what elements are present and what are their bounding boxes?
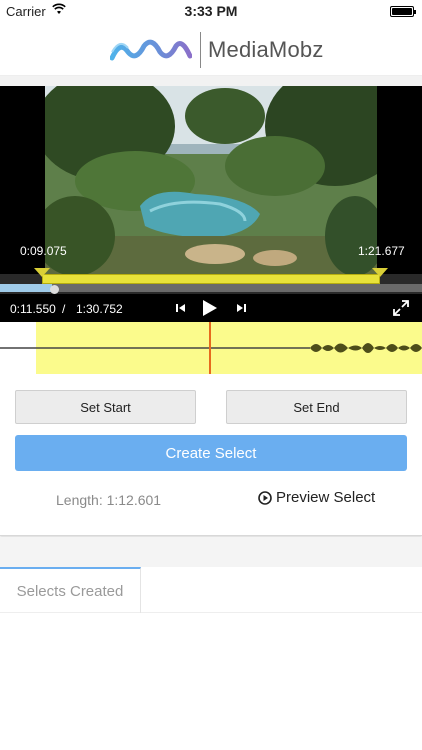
- next-icon[interactable]: [232, 297, 250, 319]
- tab-selects-created[interactable]: Selects Created: [0, 567, 141, 613]
- play-circle-icon: [258, 490, 272, 505]
- logo-text: MediaMobz: [208, 37, 324, 62]
- scrub-knob[interactable]: [50, 285, 59, 294]
- current-time: 0:11.550: [10, 302, 56, 316]
- clock: 3:33 PM: [184, 3, 238, 19]
- end-handle[interactable]: [372, 268, 388, 277]
- app-logo: MediaMobz: [110, 30, 324, 70]
- set-end-button[interactable]: Set End: [226, 390, 407, 424]
- selection-start-time: 0:09.075: [20, 244, 67, 258]
- previous-icon[interactable]: [172, 297, 190, 319]
- video-player[interactable]: 0:09.075 1:21.677 0:11.550 / 1:30.752: [0, 86, 422, 322]
- selection-length: Length: 1:12.601: [56, 492, 162, 508]
- time-separator: /: [62, 302, 66, 316]
- scrub-track[interactable]: [0, 268, 422, 294]
- audio-waveform[interactable]: [0, 322, 422, 374]
- select-editor: Set Start Set End Create Select Length: …: [0, 374, 422, 536]
- selection-end-time: 1:21.677: [358, 244, 405, 258]
- tab-bar: Selects Created: [0, 567, 422, 613]
- selection-range[interactable]: [42, 274, 380, 284]
- player-controls: 0:11.550 / 1:30.752: [0, 294, 422, 322]
- header-separator: [0, 76, 422, 86]
- start-handle[interactable]: [34, 268, 50, 277]
- set-start-button[interactable]: Set Start: [15, 390, 196, 424]
- selects-list: [0, 613, 422, 750]
- wave-logo-icon: [110, 39, 192, 61]
- logo-divider: [200, 32, 201, 68]
- status-bar: Carrier 3:33 PM: [0, 0, 422, 22]
- battery-icon: [390, 6, 416, 17]
- video-frame[interactable]: [45, 86, 377, 274]
- preview-select-label: Preview Select: [276, 489, 376, 506]
- buffered-bar: [0, 284, 422, 292]
- section-gap: [0, 537, 422, 567]
- duration: 1:30.752: [76, 302, 123, 316]
- app-header: MediaMobz: [0, 22, 422, 76]
- create-select-button[interactable]: Create Select: [15, 435, 407, 471]
- progress-bar: [0, 284, 52, 292]
- preview-select-button[interactable]: Preview Select: [258, 489, 375, 506]
- play-icon[interactable]: [198, 297, 222, 319]
- fullscreen-icon[interactable]: [390, 297, 412, 319]
